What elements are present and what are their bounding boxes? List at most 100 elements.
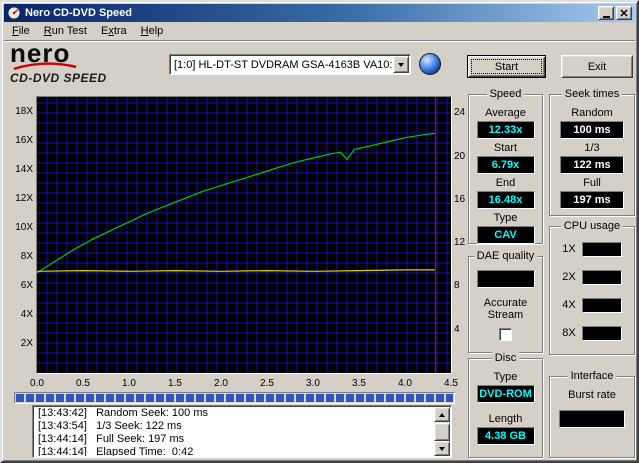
x-axis-tick: 4.0 — [398, 378, 412, 389]
seek-random-label: Random — [571, 107, 613, 119]
disc-length-value: 4.38 GB — [476, 427, 535, 445]
seek-times-panel: Seek times Random 100 ms 1/3 122 ms Full… — [549, 88, 635, 216]
y-axis-right-tick: 24 — [454, 107, 466, 119]
speed-average-value: 12.33x — [476, 121, 535, 139]
disc-type-value: DVD-ROM — [476, 385, 535, 403]
speed-panel: Speed Average 12.33x Start 6.79x End 16.… — [468, 88, 543, 244]
chevron-down-icon — [398, 62, 404, 67]
menubar: File Run Test Extra Help — [4, 22, 635, 42]
seek-full-label: Full — [583, 177, 601, 189]
app-window: Nero CD-DVD Speed File Run Test Extra Help … — [0, 0, 639, 463]
progress-bar — [14, 392, 455, 404]
disc-length-label: Length — [488, 413, 523, 425]
exit-button[interactable]: Exit — [561, 55, 633, 78]
speed-chart — [36, 96, 452, 374]
x-axis-tick: 1.0 — [122, 378, 136, 389]
y-axis-left-tick: 10X — [15, 221, 33, 233]
arrow-down-icon — [439, 446, 445, 451]
y-axis-left-tick: 4X — [20, 308, 33, 320]
speed-start-value: 6.79x — [476, 156, 535, 174]
seek-full-value: 197 ms — [560, 191, 624, 209]
speed-average-label: Average — [485, 107, 526, 119]
x-axis-tick: 4.5 — [444, 378, 458, 389]
cpu-1x-value — [581, 242, 622, 257]
scroll-down-button[interactable] — [434, 441, 450, 456]
x-axis-tick: 0.5 — [76, 378, 90, 389]
nero-brand-text: nero — [10, 38, 71, 68]
log-list[interactable]: [13:43:42] Random Seek: 100 ms [13:43:54… — [32, 405, 452, 458]
x-axis-tick: 3.5 — [352, 378, 366, 389]
y-axis-left-tick: 2X — [20, 337, 33, 349]
disc-panel: Disc Type DVD-ROM Length 4.38 GB — [468, 352, 543, 458]
disc-info-button[interactable] — [419, 53, 441, 75]
arrow-up-icon — [439, 412, 445, 417]
y-axis-right-tick: 16 — [454, 193, 466, 205]
speed-end-value: 16.48x — [476, 191, 535, 209]
y-axis-left-tick: 6X — [20, 279, 33, 291]
burst-rate-value — [559, 410, 625, 428]
seek-times-panel-title: Seek times — [561, 88, 623, 100]
y-axis-left-tick: 14X — [15, 163, 33, 175]
interface-panel: Interface Burst rate — [549, 370, 635, 458]
x-axis-tick: 0.0 — [30, 378, 44, 389]
minimize-button[interactable] — [598, 6, 614, 20]
drive-selector-value: [1:0] HL-DT-ST DVDRAM GSA-4163B VA10: — [174, 58, 392, 71]
scrollbar-thumb[interactable] — [434, 423, 450, 441]
log-line: [13:43:54] 1/3 Seek: 122 ms — [38, 420, 182, 432]
menu-extra[interactable]: Extra — [94, 22, 134, 42]
menu-help[interactable]: Help — [134, 22, 171, 42]
cpu-usage-panel: CPU usage 1X 2X 4X 8X — [549, 220, 635, 355]
window-title: Nero CD-DVD Speed — [25, 7, 132, 19]
speed-type-label: Type — [493, 212, 518, 224]
y-axis-left-tick: 18X — [15, 105, 33, 117]
titlebar: Nero CD-DVD Speed — [4, 4, 635, 22]
y-axis-left-tick: 16X — [15, 134, 33, 146]
dae-quality-panel-title: DAE quality — [473, 250, 538, 262]
disc-panel-title: Disc — [491, 352, 520, 364]
seek-third-value: 122 ms — [560, 156, 624, 174]
accurate-stream-checkbox[interactable] — [499, 328, 512, 341]
cpu-2x-value — [581, 270, 622, 285]
minimize-icon — [602, 15, 610, 18]
accurate-stream-label: Accurate Stream — [483, 297, 528, 321]
drive-selector[interactable]: [1:0] HL-DT-ST DVDRAM GSA-4163B VA10: — [169, 54, 411, 75]
cpu-usage-panel-title: CPU usage — [560, 220, 624, 232]
cpu-1x-label: 1X — [562, 243, 576, 255]
log-scrollbar[interactable] — [434, 407, 450, 456]
speed-type-value: CAV — [476, 226, 535, 244]
app-icon — [7, 6, 21, 20]
y-axis-right-tick: 20 — [454, 150, 466, 162]
speed-panel-title: Speed — [486, 88, 525, 100]
start-button[interactable]: Start — [467, 55, 546, 78]
cpu-2x-label: 2X — [562, 271, 576, 283]
burst-rate-label: Burst rate — [568, 389, 616, 401]
log-line: [13:43:42] Random Seek: 100 ms — [38, 407, 208, 419]
x-axis-tick: 2.0 — [214, 378, 228, 389]
x-axis-tick: 2.5 — [260, 378, 274, 389]
x-axis-tick: 3.0 — [306, 378, 320, 389]
y-axis-left-tick: 12X — [15, 192, 33, 204]
seek-random-value: 100 ms — [560, 121, 624, 139]
cpu-1x-row: 1X — [550, 242, 634, 257]
progress-fill — [16, 394, 453, 402]
titlebar-buttons — [598, 6, 632, 20]
speed-start-label: Start — [493, 142, 518, 154]
speed-end-label: End — [495, 177, 516, 189]
logo-product-text: CD-DVD SPEED — [10, 71, 107, 85]
y-axis-right-tick: 8 — [454, 280, 460, 292]
close-button[interactable] — [616, 6, 632, 20]
cpu-4x-label: 4X — [562, 299, 576, 311]
nero-logo: nero CD-DVD SPEED — [10, 38, 162, 85]
x-axis-tick: 1.5 — [168, 378, 182, 389]
cpu-8x-row: 8X — [550, 326, 634, 341]
scroll-up-button[interactable] — [434, 407, 450, 422]
interface-panel-title: Interface — [567, 370, 617, 382]
log-lines: [13:43:42] Random Seek: 100 ms [13:43:54… — [35, 407, 433, 456]
close-icon — [620, 9, 628, 17]
seek-third-label: 1/3 — [584, 142, 600, 154]
cpu-2x-row: 2X — [550, 270, 634, 285]
dae-quality-value — [476, 270, 535, 288]
log-line: [13:44:14] Full Seek: 197 ms — [38, 433, 185, 445]
y-axis-right-tick: 4 — [454, 323, 460, 335]
drive-selector-dropdown-button[interactable] — [393, 56, 409, 73]
